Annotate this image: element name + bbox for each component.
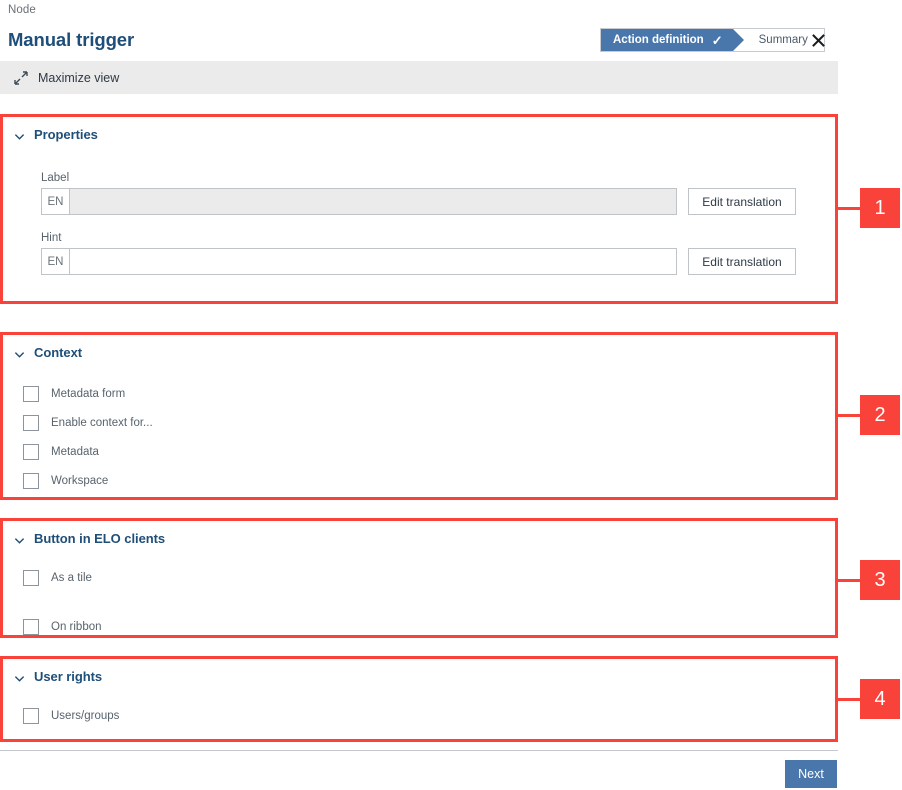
checkbox-label: Users/groups (51, 710, 120, 722)
checkbox-as-a-tile[interactable] (23, 570, 39, 586)
maximize-icon (13, 70, 29, 86)
checkbox-row-as-a-tile[interactable]: As a tile (23, 568, 835, 588)
checkbox-row-metadata[interactable]: Metadata (23, 442, 835, 462)
checkbox-row-enable-context[interactable]: Enable context for... (23, 413, 835, 433)
checkbox-metadata-form[interactable] (23, 386, 39, 402)
label-input[interactable] (70, 189, 676, 214)
checkbox-users-groups[interactable] (23, 708, 39, 724)
check-icon: ✓ (711, 32, 723, 48)
breadcrumb: Node (8, 4, 36, 16)
language-tag: EN (42, 189, 70, 214)
section-header-button-in-elo-clients[interactable]: Button in ELO clients (3, 521, 835, 555)
checkbox-row-workspace[interactable]: Workspace (23, 471, 835, 491)
chevron-down-icon (14, 533, 25, 544)
checkbox-on-ribbon[interactable] (23, 619, 39, 635)
checkbox-enable-context[interactable] (23, 415, 39, 431)
annotation-badge-1: 1 (860, 188, 900, 228)
hint-field-row: EN Edit translation (41, 248, 835, 275)
close-icon[interactable] (806, 28, 830, 52)
checkbox-row-users-groups[interactable]: Users/groups (23, 706, 835, 726)
annotation-connector-3 (838, 579, 860, 582)
next-button[interactable]: Next (785, 760, 837, 788)
section-properties: Properties Label EN Edit translation Hin… (0, 114, 838, 304)
language-tag: EN (42, 249, 70, 274)
edit-translation-button-hint[interactable]: Edit translation (688, 248, 796, 275)
section-title: User rights (34, 668, 103, 684)
annotation-badge-2: 2 (860, 395, 900, 435)
label-field-row: EN Edit translation (41, 188, 835, 215)
checkbox-label: Metadata form (51, 388, 126, 400)
wizard-dialog: Node Manual trigger Action definition ✓ … (0, 0, 902, 790)
checkbox-metadata[interactable] (23, 444, 39, 460)
maximize-view-bar[interactable]: Maximize view (0, 61, 838, 94)
section-user-rights: User rights Users/groups (0, 656, 838, 742)
step-action-definition[interactable]: Action definition ✓ (601, 29, 744, 51)
annotation-badge-4: 4 (860, 679, 900, 719)
label-input-group: EN (41, 188, 677, 215)
footer-divider (0, 750, 838, 751)
section-header-user-rights[interactable]: User rights (3, 659, 835, 693)
hint-input-group: EN (41, 248, 677, 275)
checkbox-label: Metadata (51, 446, 99, 458)
page-title: Manual trigger (8, 29, 135, 50)
step-label: Summary (758, 34, 808, 46)
checkbox-label: Enable context for... (51, 417, 153, 429)
checkbox-label: On ribbon (51, 621, 102, 633)
annotation-connector-1 (838, 207, 860, 210)
hint-field-caption: Hint (41, 232, 62, 244)
section-context: Context Metadata form Enable context for… (0, 332, 838, 500)
annotation-badge-3: 3 (860, 560, 900, 600)
checkbox-workspace[interactable] (23, 473, 39, 489)
annotation-connector-4 (838, 698, 860, 701)
annotation-connector-2 (838, 414, 860, 417)
hint-input[interactable] (70, 249, 676, 274)
label-field-caption: Label (41, 172, 70, 184)
step-arrow-icon (732, 29, 744, 51)
edit-translation-button-label[interactable]: Edit translation (688, 188, 796, 215)
chevron-down-icon (14, 129, 25, 140)
checkbox-label: Workspace (51, 475, 109, 487)
wizard-steps: Action definition ✓ Summary (600, 28, 825, 52)
checkbox-row-metadata-form[interactable]: Metadata form (23, 384, 835, 404)
checkbox-row-on-ribbon[interactable]: On ribbon (23, 617, 835, 637)
section-header-properties[interactable]: Properties (3, 117, 835, 151)
chevron-down-icon (14, 347, 25, 358)
checkbox-label: As a tile (51, 572, 92, 584)
section-title: Button in ELO clients (34, 530, 166, 546)
step-label: Action definition (613, 34, 704, 46)
section-button-in-elo-clients: Button in ELO clients As a tile On ribbo… (0, 518, 838, 638)
section-title: Properties (34, 126, 98, 142)
maximize-view-label: Maximize view (38, 70, 120, 85)
section-title: Context (34, 344, 83, 360)
chevron-down-icon (14, 671, 25, 682)
section-header-context[interactable]: Context (3, 335, 835, 369)
